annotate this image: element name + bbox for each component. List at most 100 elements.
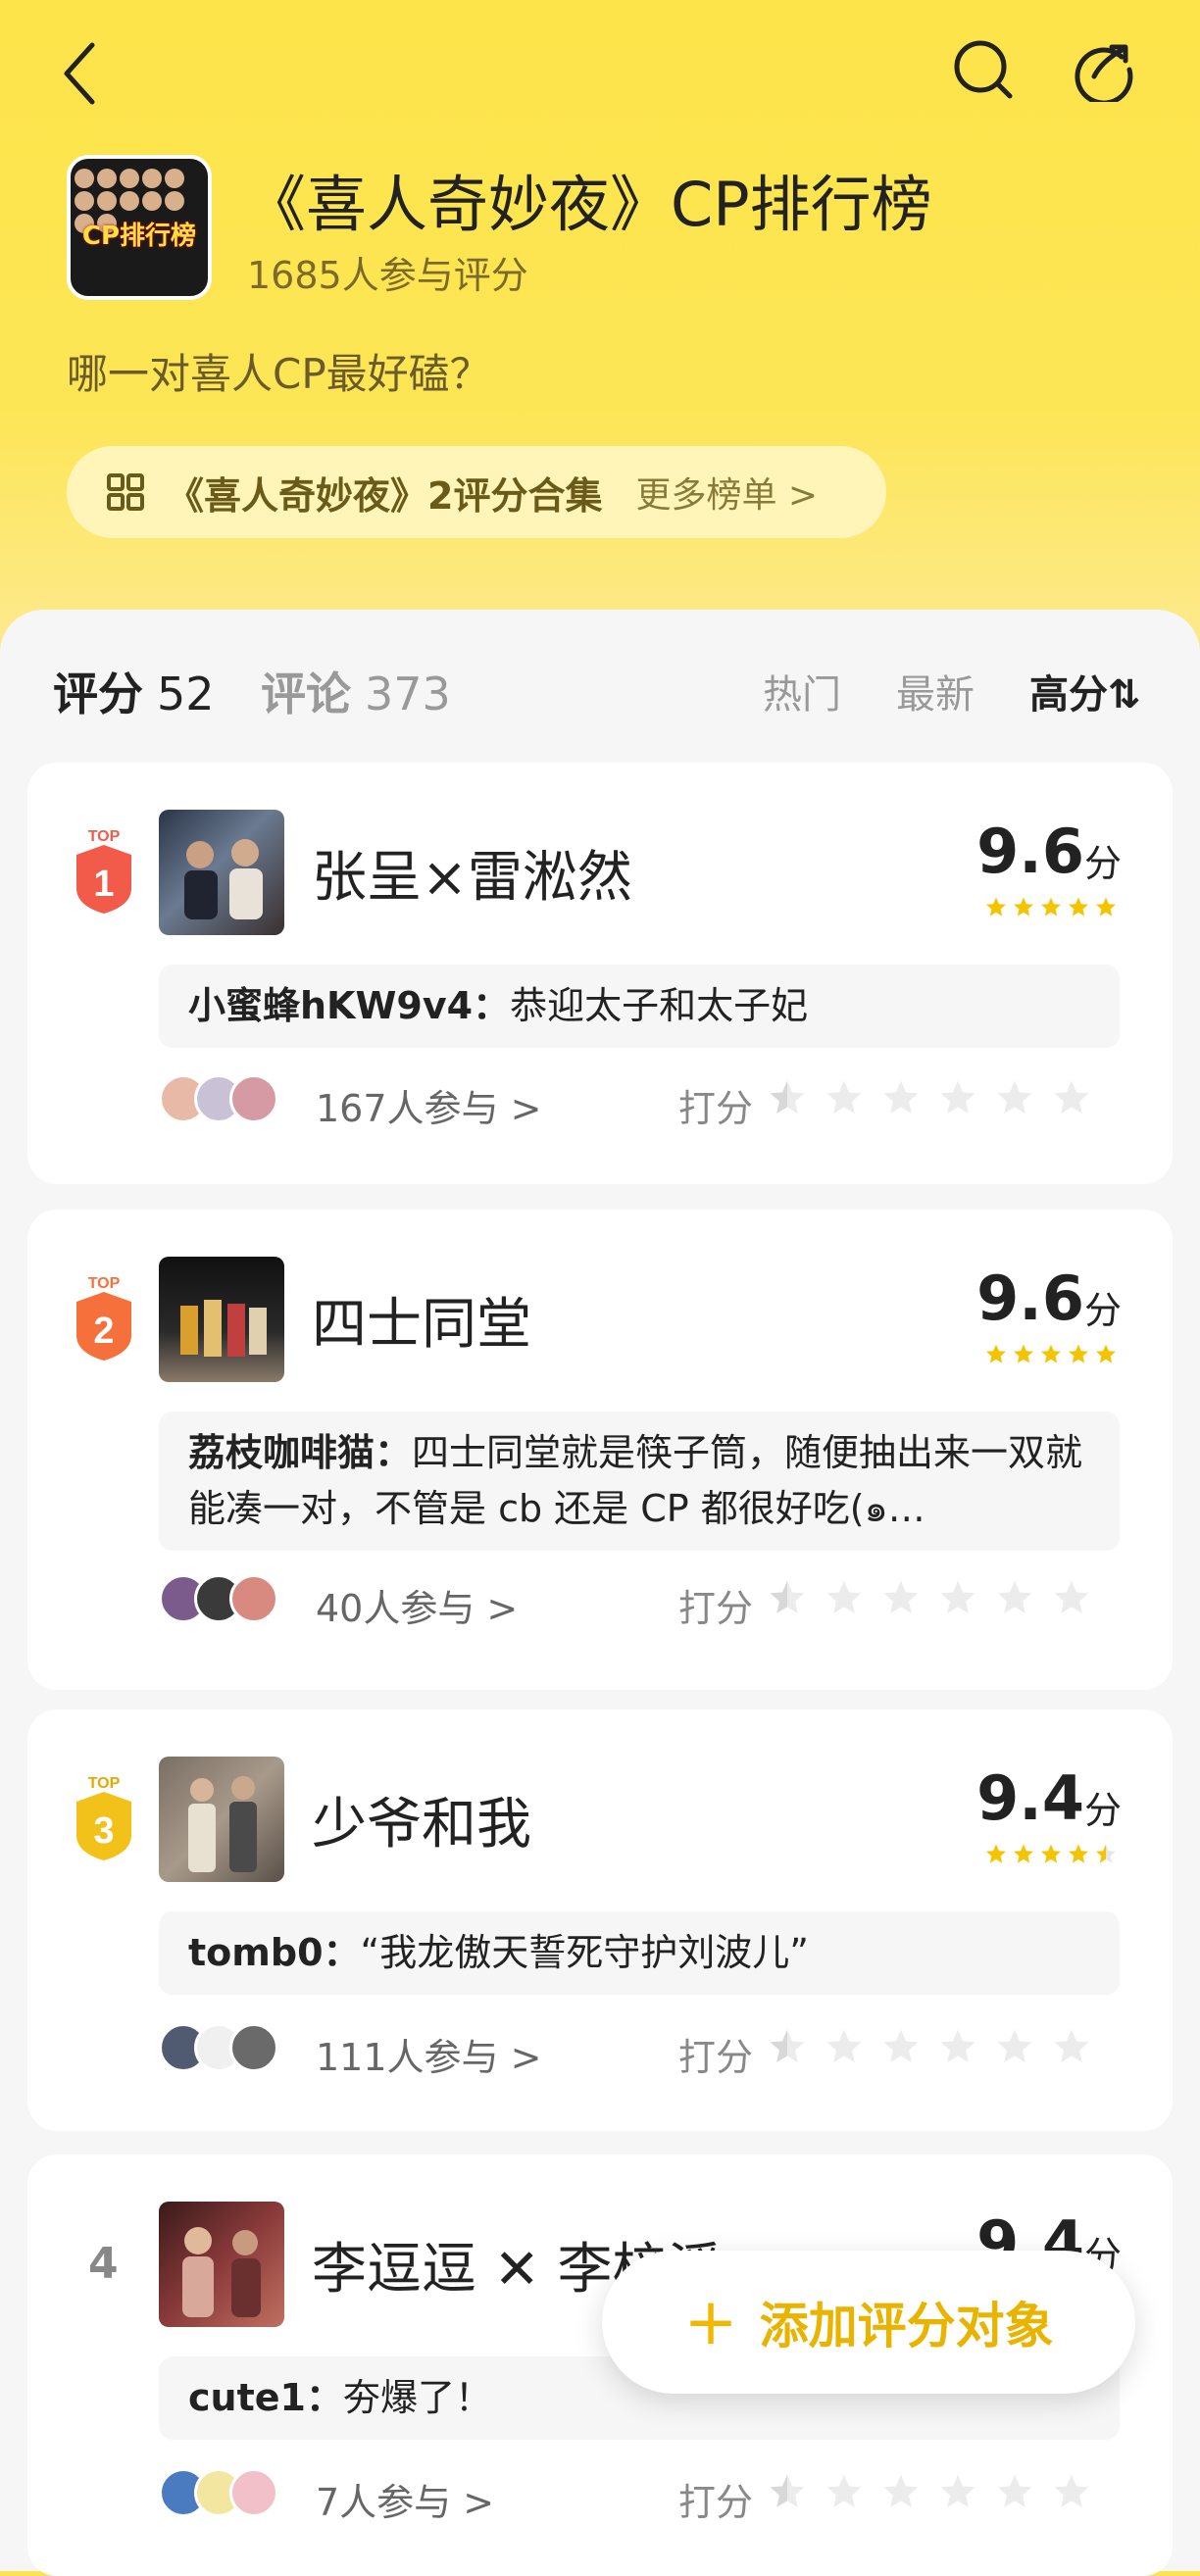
score-star-icon bbox=[1014, 1844, 1033, 1863]
rating-stars[interactable] bbox=[767, 2027, 1092, 2068]
svg-text:TOP: TOP bbox=[88, 1775, 121, 1792]
item-thumbnail bbox=[159, 1757, 284, 1882]
svg-text:3: 3 bbox=[93, 1810, 114, 1852]
svg-text:TOP: TOP bbox=[88, 1275, 121, 1292]
top-comment[interactable]: 小蜜蜂hKW9v4：恭迎太子和太子妃 bbox=[159, 965, 1120, 1048]
score-star-icon bbox=[1096, 1344, 1116, 1363]
rate-star-icon[interactable] bbox=[824, 2027, 865, 2068]
rating-stars[interactable] bbox=[767, 1578, 1092, 1619]
rate-star-icon[interactable] bbox=[1051, 2472, 1092, 2513]
top-rank-badge: TOP 1 bbox=[76, 828, 131, 914]
comment-text: “我龙傲天誓死守护刘波儿” bbox=[360, 1931, 809, 1974]
rate-star-icon[interactable] bbox=[880, 2027, 922, 2068]
share-icon[interactable] bbox=[1073, 37, 1137, 106]
score-star-icon bbox=[1096, 1844, 1116, 1863]
rate-label: 打分 bbox=[678, 2036, 754, 2079]
rate-star-icon[interactable] bbox=[937, 1078, 978, 1119]
rank-card-1[interactable]: TOP 1 张呈×雷淞然 9.6 分 小蜜蜂hKW9v4：恭迎太子和太子妃 16… bbox=[27, 763, 1173, 1184]
score-star-icon bbox=[1096, 897, 1116, 916]
participant-count: 1685人参与评分 bbox=[247, 254, 528, 297]
rate-star-icon[interactable] bbox=[994, 2027, 1035, 2068]
rating-stars[interactable] bbox=[767, 1078, 1092, 1119]
rate-star-icon[interactable] bbox=[880, 1578, 922, 1619]
card-footer: 40人参与 > 打分 bbox=[159, 1574, 1120, 1633]
item-thumbnail bbox=[159, 2202, 284, 2327]
rate-star-icon[interactable] bbox=[767, 1578, 808, 1619]
rate-star-icon[interactable] bbox=[994, 1578, 1035, 1619]
rate-star-icon[interactable] bbox=[767, 1078, 808, 1119]
page-title: 《喜人奇妙夜》CP排行榜 bbox=[245, 169, 932, 240]
comment-user: 荔枝咖啡猫： bbox=[188, 1431, 413, 1474]
score-star-icon bbox=[1041, 897, 1061, 916]
rate-star-icon[interactable] bbox=[1051, 1578, 1092, 1619]
score-unit: 分 bbox=[1083, 1289, 1122, 1332]
board-question: 哪一对喜人CP最好磕？ bbox=[67, 350, 491, 398]
comment-user: cute1： bbox=[188, 2376, 343, 2419]
collection-link[interactable]: 《喜人奇妙夜》2评分合集 更多榜单 > bbox=[67, 446, 886, 538]
participants-link[interactable]: 167人参与 > bbox=[316, 1078, 541, 1132]
rating-stars[interactable] bbox=[767, 2472, 1092, 2513]
card-footer: 111人参与 > 打分 bbox=[159, 2023, 1120, 2082]
tab-score[interactable]: 评分 52 bbox=[53, 659, 215, 723]
rate-star-icon[interactable] bbox=[767, 2027, 808, 2068]
svg-text:1: 1 bbox=[93, 864, 114, 905]
comment-count: 373 bbox=[365, 668, 451, 720]
top-comment[interactable]: 荔枝咖啡猫：四士同堂就是筷子筒，随便抽出来一双就能凑一对，不管是 cb 还是 C… bbox=[159, 1412, 1120, 1551]
search-icon[interactable] bbox=[951, 37, 1016, 102]
score-star-icon bbox=[1014, 1344, 1033, 1363]
sort-hot[interactable]: 热门 bbox=[763, 663, 841, 719]
comment-text: 恭迎太子和太子妃 bbox=[510, 984, 809, 1027]
rate-star-icon[interactable] bbox=[880, 1078, 922, 1119]
top-bar bbox=[0, 0, 1200, 157]
score-stars bbox=[984, 1343, 1118, 1366]
rate-star-icon[interactable] bbox=[994, 1078, 1035, 1119]
rate-star-icon[interactable] bbox=[1051, 2027, 1092, 2068]
participant-avatars bbox=[159, 2023, 278, 2072]
rate-star-icon[interactable] bbox=[994, 2472, 1035, 2513]
rate-star-icon[interactable] bbox=[937, 1578, 978, 1619]
rate-star-icon[interactable] bbox=[824, 1078, 865, 1119]
rate-star-icon[interactable] bbox=[824, 2472, 865, 2513]
rate-star-icon[interactable] bbox=[767, 2472, 808, 2513]
sort-high[interactable]: 高分⇅ bbox=[1029, 663, 1141, 719]
add-rating-target-button[interactable]: + 添加评分对象 bbox=[602, 2251, 1135, 2394]
score-unit: 分 bbox=[1083, 842, 1122, 885]
score-star-icon bbox=[1041, 1844, 1061, 1863]
grid-icon bbox=[107, 473, 144, 511]
participants-link[interactable]: 40人参与 > bbox=[316, 1578, 518, 1632]
score-star-icon bbox=[986, 1344, 1006, 1363]
score-star-icon bbox=[1069, 897, 1088, 916]
comment-user: tomb0： bbox=[188, 1931, 361, 1974]
item-score: 9.6 bbox=[976, 1263, 1084, 1334]
add-rating-target-label: 添加评分对象 bbox=[759, 2298, 1054, 2354]
svg-text:2: 2 bbox=[93, 1311, 114, 1352]
top-comment[interactable]: tomb0：“我龙傲天誓死守护刘波儿” bbox=[159, 1911, 1120, 1995]
rank-card-3[interactable]: TOP 3 少爷和我 9.4 分 tomb0：“我龙傲天誓死守护刘波儿” 111… bbox=[27, 1709, 1173, 2131]
participants-link[interactable]: 111人参与 > bbox=[316, 2027, 541, 2081]
rate-label: 打分 bbox=[678, 1587, 754, 1630]
item-score: 9.6 bbox=[976, 816, 1084, 887]
item-thumbnail bbox=[159, 810, 284, 935]
sort-new[interactable]: 最新 bbox=[896, 663, 975, 719]
rank-card-2[interactable]: TOP 2 四士同堂 9.6 分 荔枝咖啡猫：四士同堂就是筷子筒，随便抽出来一双… bbox=[27, 1210, 1173, 1690]
score-star-icon bbox=[1041, 1344, 1061, 1363]
score-star-icon bbox=[1069, 1344, 1088, 1363]
score-unit: 分 bbox=[1083, 1789, 1122, 1832]
item-name: 张呈×雷淞然 bbox=[312, 846, 632, 910]
participants-link[interactable]: 7人参与 > bbox=[316, 2472, 494, 2526]
back-arrow-icon[interactable] bbox=[57, 39, 106, 108]
more-boards-link[interactable]: 更多榜单 > bbox=[635, 467, 818, 518]
tab-comment[interactable]: 评论 373 bbox=[261, 659, 451, 723]
rate-star-icon[interactable] bbox=[937, 2472, 978, 2513]
rate-label: 打分 bbox=[678, 1087, 754, 1130]
score-stars bbox=[984, 1843, 1118, 1866]
rate-star-icon[interactable] bbox=[937, 2027, 978, 2068]
top-rank-badge: TOP 2 bbox=[76, 1275, 131, 1361]
participant-avatars bbox=[159, 1074, 278, 1123]
item-thumbnail bbox=[159, 1257, 284, 1382]
rate-star-icon[interactable] bbox=[824, 1578, 865, 1619]
score-star-icon bbox=[986, 897, 1006, 916]
rate-star-icon[interactable] bbox=[1051, 1078, 1092, 1119]
rate-star-icon[interactable] bbox=[880, 2472, 922, 2513]
score-star-icon bbox=[986, 1844, 1006, 1863]
